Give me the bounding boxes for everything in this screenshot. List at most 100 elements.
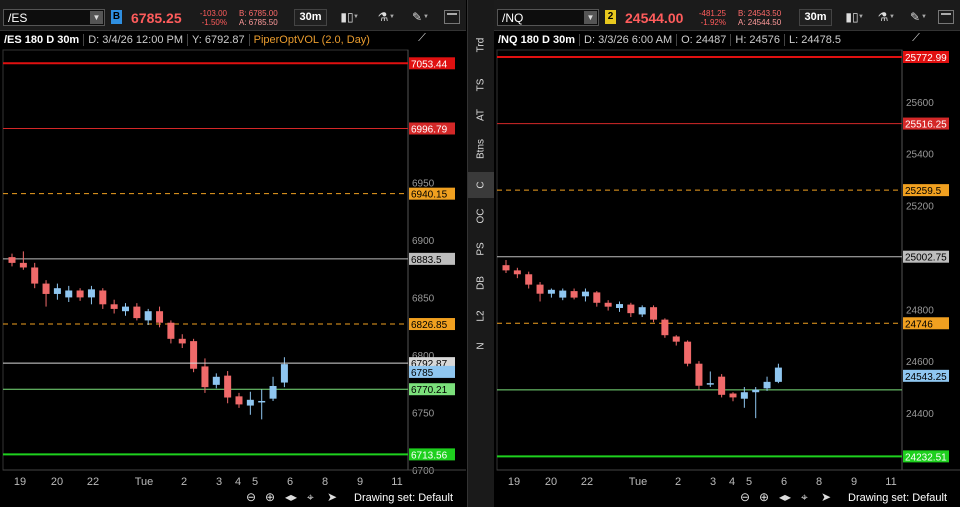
pan-arrows-icon[interactable]: ◂▸ <box>779 490 791 504</box>
zoom-in-icon[interactable]: ⊕ <box>759 490 769 504</box>
link-group-badge[interactable]: 2 <box>605 10 616 24</box>
crosshair-icon[interactable]: ⌖ <box>801 490 808 505</box>
candle-body <box>31 267 39 284</box>
timeframe-button[interactable]: 30m <box>294 9 327 26</box>
timeframe-button[interactable]: 30m <box>799 9 832 26</box>
chart-panel-nq[interactable]: 2440024600248002500025200254002560025772… <box>494 0 960 507</box>
tab-l2[interactable]: L2 <box>468 303 494 329</box>
symbol-selector[interactable]: /NQ ▼ <box>497 9 599 26</box>
candle-body <box>502 265 510 271</box>
tab-at[interactable]: AT <box>468 102 494 128</box>
tab-ts[interactable]: TS <box>468 72 494 98</box>
cursor-date: D: 3/4/26 12:00 PM <box>83 34 187 46</box>
tab-n[interactable]: N <box>468 333 494 359</box>
symbol-selector[interactable]: /ES ▼ <box>3 9 105 26</box>
maximize-window-icon[interactable] <box>938 10 954 24</box>
drawing-tools-icon[interactable]: ✎ ▼ <box>404 8 430 27</box>
zoom-out-icon[interactable]: ⊖ <box>246 490 256 504</box>
cursor-arrow-icon[interactable]: ➤ <box>821 490 831 504</box>
bid-value: B: 24543.50 <box>738 9 782 18</box>
change-value: -103.00 <box>199 9 227 18</box>
candle-body <box>718 376 726 395</box>
change-percent: -1.92% <box>700 18 726 27</box>
x-tick-label: 8 <box>322 476 328 488</box>
tab-oc[interactable]: OC <box>468 203 494 229</box>
maximize-window-icon[interactable] <box>444 10 460 24</box>
x-tick-label: 4 <box>235 476 241 488</box>
candle-body <box>616 304 623 308</box>
candle-style-icon[interactable]: ▮▯ ▼ <box>839 8 865 27</box>
chevron-down-icon[interactable]: ▼ <box>90 11 103 24</box>
candle-body <box>269 386 277 399</box>
crosshair-icon[interactable]: ⌖ <box>307 490 314 505</box>
candle-body <box>627 304 635 314</box>
candle-body <box>740 392 748 399</box>
tab-ps[interactable]: PS <box>468 236 494 262</box>
bid-ask: B: 24543.50 A: 24544.50 <box>738 9 781 27</box>
candle-body <box>212 376 220 385</box>
y-tick-label: 6900 <box>412 236 435 247</box>
chart-panel-es[interactable]: 6700 6750 6800 6850 6900 6950 7053.44 6996.79 69… <box>0 0 466 507</box>
x-tick-label: 5 <box>252 476 258 488</box>
cursor-arrow-icon[interactable]: ➤ <box>327 490 337 504</box>
candle-body <box>65 290 73 298</box>
ask-value: A: 24544.50 <box>738 18 782 27</box>
x-tick-label: 22 <box>581 476 593 488</box>
x-tick-label: Tue <box>629 476 648 488</box>
candle-body <box>8 257 16 263</box>
candle-body <box>280 364 288 383</box>
candle-body <box>87 289 95 298</box>
last-price-label: 6785 <box>411 368 434 379</box>
zoom-in-icon[interactable]: ⊕ <box>265 490 275 504</box>
drawing-set-label[interactable]: Drawing set: Default <box>354 492 453 504</box>
x-tick-label: 5 <box>746 476 752 488</box>
ask-value: A: 6785.50 <box>239 18 278 27</box>
level-price-label: 24232.51 <box>905 452 947 463</box>
plot-area <box>496 49 903 471</box>
pan-arrows-icon[interactable]: ◂▸ <box>285 490 297 504</box>
drawing-edit-icon[interactable]: ⟋ <box>906 32 926 47</box>
candle-body <box>122 306 129 312</box>
tab-db[interactable]: DB <box>468 270 494 296</box>
x-tick-label: 20 <box>545 476 557 488</box>
open-value: O: 24487 <box>676 34 731 46</box>
candle-body <box>513 270 521 275</box>
candle-body <box>593 292 601 303</box>
drawing-set-label[interactable]: Drawing set: Default <box>848 492 947 504</box>
x-tick-label: 8 <box>816 476 822 488</box>
tab-trd[interactable]: Trd <box>468 32 494 58</box>
y-tick-label: 25600 <box>906 98 934 109</box>
candle-body <box>99 290 107 305</box>
link-group-badge[interactable]: B <box>111 10 122 24</box>
tab-c[interactable]: C <box>468 172 494 198</box>
drawing-edit-icon[interactable]: ⟋ <box>412 32 432 47</box>
level-price-label: 24746 <box>905 319 933 330</box>
chart-symbol-info: /NQ 180 D 30m <box>498 34 576 46</box>
studies-flask-icon[interactable]: ⚗ ▼ <box>870 8 896 27</box>
candle-body <box>684 341 692 364</box>
y-tick-label: 25400 <box>906 150 934 161</box>
candle-body <box>76 290 84 298</box>
x-tick-label: 3 <box>216 476 222 488</box>
tab-btns[interactable]: Btns <box>468 136 494 162</box>
nq-chart-header: /NQ 180 D 30m D: 3/3/26 6:00 AM O: 24487 H:… <box>494 31 846 49</box>
drawing-tools-icon[interactable]: ✎ ▼ <box>902 8 928 27</box>
studies-flask-icon[interactable]: ⚗ ▼ <box>370 8 396 27</box>
x-tick-label: 19 <box>508 476 520 488</box>
y-tick-label: 6750 <box>412 408 435 419</box>
zoom-out-icon[interactable]: ⊖ <box>740 490 750 504</box>
level-price-label: 6826.85 <box>411 320 448 331</box>
chevron-down-icon[interactable]: ▼ <box>584 11 597 24</box>
nq-chart-canvas[interactable]: 2440024600248002500025200254002560025772… <box>494 0 960 507</box>
last-price: 24544.00 <box>625 10 684 26</box>
candle-body <box>235 396 243 405</box>
study-label[interactable]: PiperOptVOL (2.0, Day) <box>248 34 374 46</box>
net-change: -481.25 -1.92% <box>694 9 726 27</box>
last-price: 6785.25 <box>131 10 182 26</box>
candle-body <box>559 290 567 298</box>
bid-value: B: 6785.00 <box>239 9 278 18</box>
side-tabs: Trd TS AT Btns C OC PS DB L2 N <box>467 0 495 507</box>
candle-style-icon[interactable]: ▮▯ ▼ <box>334 8 360 27</box>
y-tick-label: 24800 <box>906 305 934 316</box>
es-chart-canvas[interactable]: 6700675068006850690069507053.446996.7969… <box>0 0 466 507</box>
